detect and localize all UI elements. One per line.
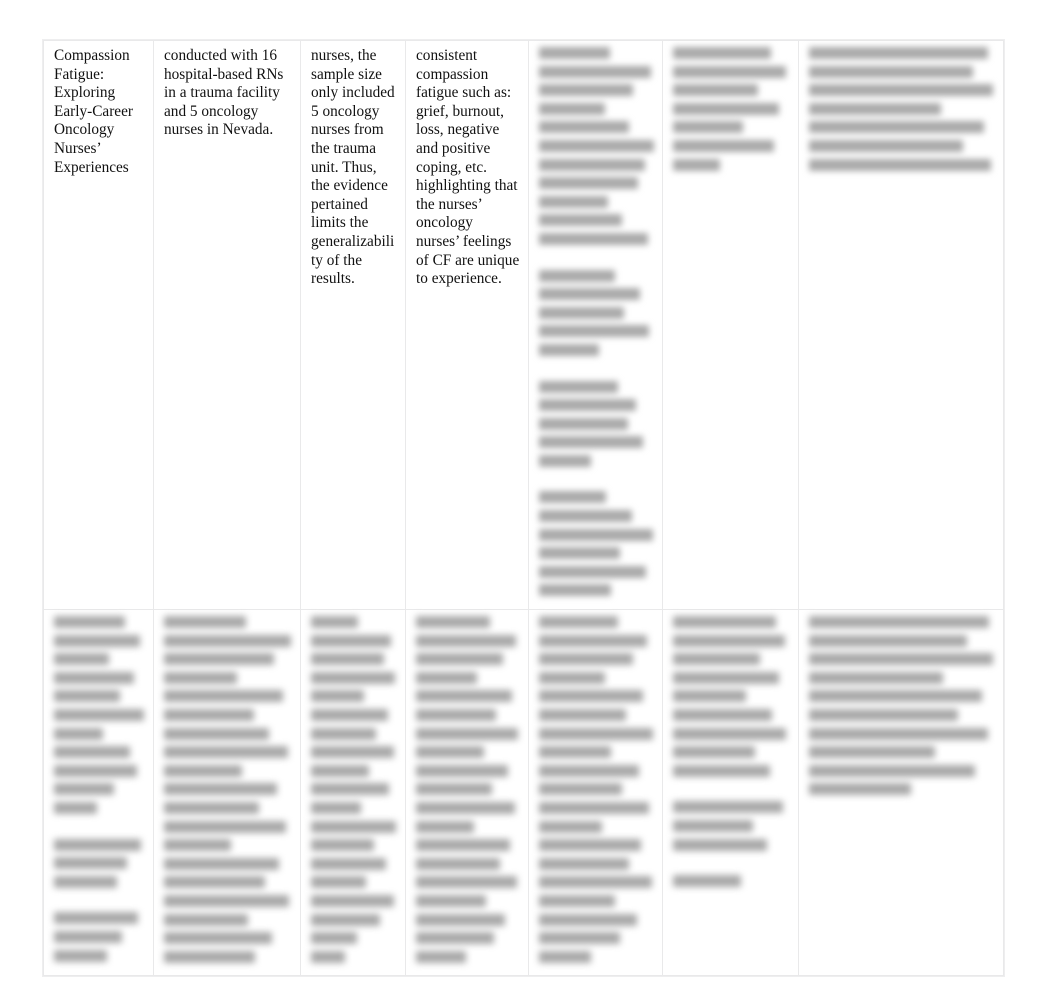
table-cell-r1c7-redacted [798, 39, 1004, 611]
table-cell-r1c5-redacted [528, 39, 663, 611]
redacted-text-block [539, 616, 654, 963]
table-cell-r1c3: nurses, the sample size only included 5 … [300, 39, 406, 611]
table-cell-r2c5-redacted [528, 609, 663, 977]
redacted-text-block [54, 616, 145, 962]
table-cell-r2c6-redacted [662, 609, 799, 977]
redacted-text-block [809, 47, 995, 171]
redacted-text-block [809, 616, 995, 796]
table-cell-r2c3-redacted [300, 609, 406, 977]
redacted-text-block [673, 616, 790, 888]
redacted-text-block [311, 616, 397, 963]
table-cell-r2c1-redacted [43, 609, 154, 977]
table-cell-r1c4: consistent compassion fatigue such as: g… [405, 39, 529, 611]
table-cell-r1c2: conducted with 16 hospital-based RNs in … [153, 39, 301, 611]
table-row [43, 609, 1004, 977]
table-cell-r2c4-redacted [405, 609, 529, 977]
table-cell-r1c6-redacted [662, 39, 799, 611]
table-cell-r1c1: Compassion Fatigue: Exploring Early-Care… [43, 39, 154, 611]
table-cell-r2c2-redacted [153, 609, 301, 977]
table-cell-r2c7-redacted [798, 609, 1004, 977]
literature-matrix-table: Compassion Fatigue: Exploring Early-Care… [43, 39, 1004, 977]
redacted-text-block [539, 47, 654, 597]
table-row: Compassion Fatigue: Exploring Early-Care… [43, 39, 1004, 611]
document-page: Compassion Fatigue: Exploring Early-Care… [0, 0, 1062, 1006]
redacted-text-block [673, 47, 790, 171]
redacted-text-block [416, 616, 520, 963]
redacted-text-block [164, 616, 292, 963]
